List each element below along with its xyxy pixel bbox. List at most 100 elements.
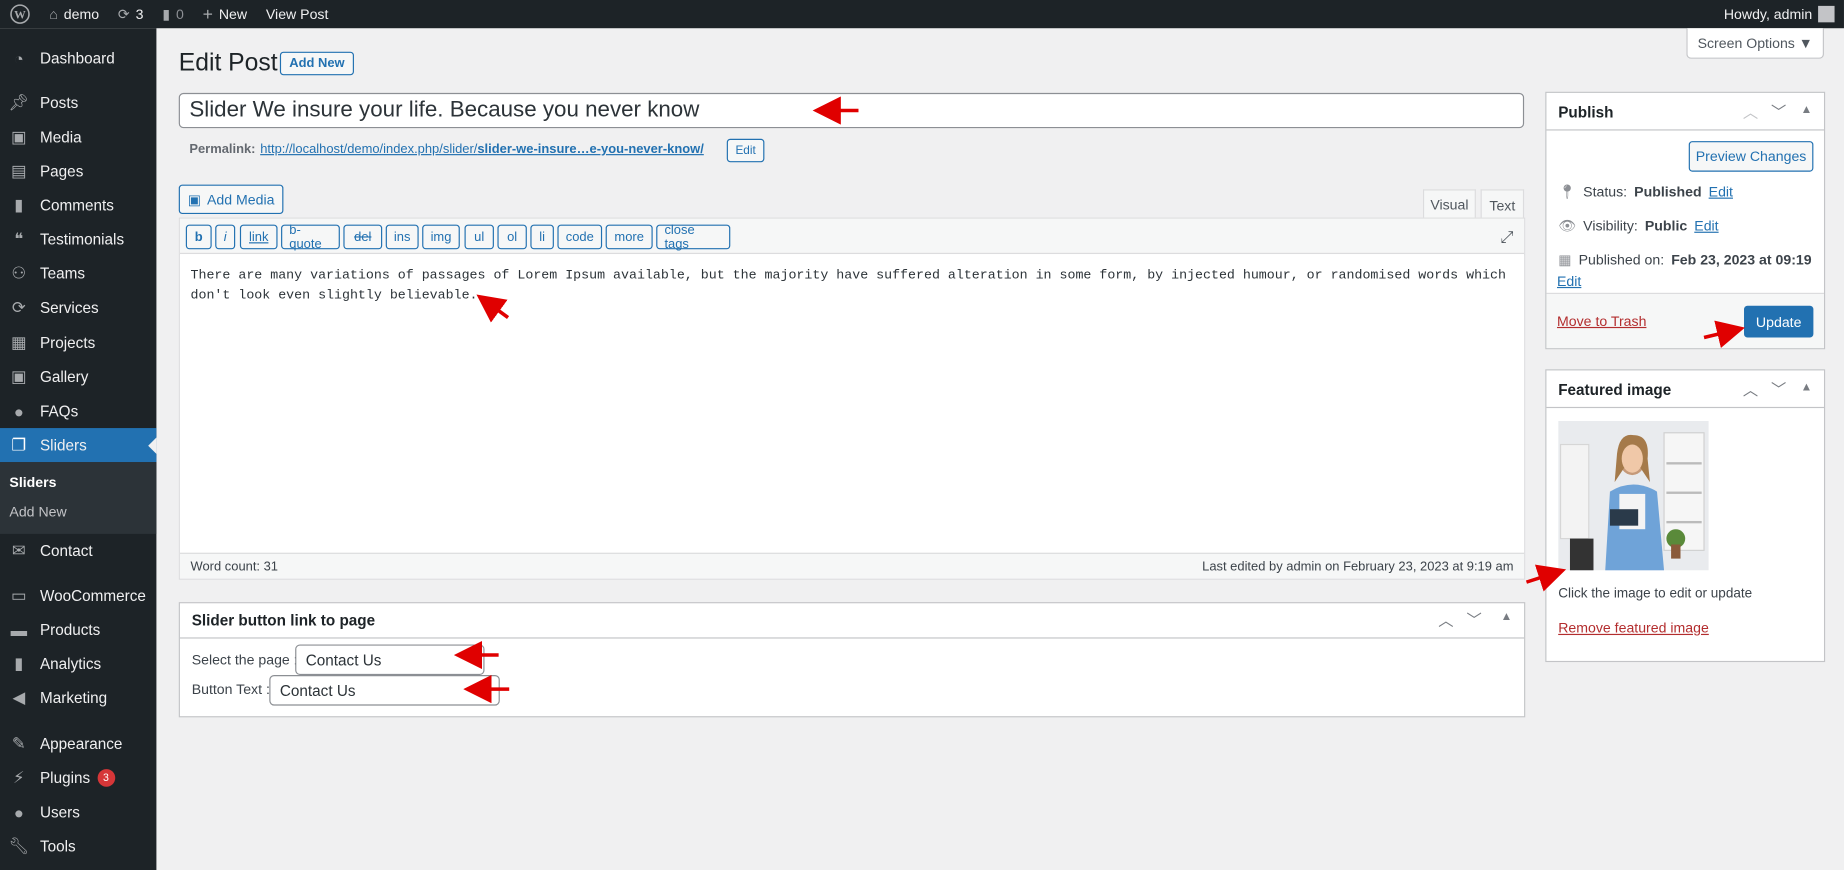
featured-image-thumbnail[interactable] <box>1558 421 1709 571</box>
quicktag-ol[interactable]: ol <box>497 224 527 250</box>
sidebar-item-plugins[interactable]: ⚡︎ Plugins 3 <box>0 761 156 795</box>
move-up-icon[interactable]: ︿ <box>1438 608 1453 630</box>
sidebar-item-label: Projects <box>39 333 96 352</box>
brush-icon: ✎ <box>11 733 26 753</box>
new-content-link[interactable]: + New <box>193 0 256 28</box>
services-icon: ⟳ <box>11 297 26 317</box>
quicktags-toolbar: b i link b-quote del ins img ul ol li code more clos… <box>179 218 1525 255</box>
comments-link[interactable]: ▮ 0 <box>153 0 193 28</box>
update-button[interactable]: Update <box>1744 305 1814 338</box>
tab-visual[interactable]: Visual <box>1422 189 1476 219</box>
featured-hint: Click the image to edit or update <box>1558 586 1753 601</box>
move-down-icon[interactable]: ﹀ <box>1771 100 1786 122</box>
featured-image-metabox: Featured image ︿ ﹀ ▲ Click the image to … <box>1545 369 1826 663</box>
add-media-button[interactable]: ▣ Add Media <box>178 184 284 215</box>
comment-icon: ▮ <box>14 195 24 215</box>
sidebar-item-faqs[interactable]: ● FAQs <box>0 394 156 428</box>
quicktag-img[interactable]: img <box>422 224 460 250</box>
sidebar-item-woocommerce[interactable]: ▭ WooCommerce <box>0 579 156 613</box>
sidebar-item-label: Testimonials <box>39 230 125 249</box>
add-new-button[interactable]: Add New <box>279 51 354 76</box>
fullscreen-icon[interactable]: ⤢ <box>1500 227 1513 247</box>
tab-text[interactable]: Text <box>1480 189 1525 220</box>
sidebar-item-label: Users <box>39 803 80 821</box>
slides-icon: ❐ <box>11 435 27 454</box>
edit-status-link[interactable]: Edit <box>1709 183 1733 199</box>
pin-icon: 📌︎ <box>8 92 30 112</box>
submenu-add-new[interactable]: Add New <box>9 503 66 519</box>
content-textarea[interactable]: There are many variations of passages of… <box>179 255 1525 553</box>
quicktag-more[interactable]: more <box>605 224 653 250</box>
sidebar-item-label: Teams <box>39 264 86 283</box>
wrench-icon: 🔧︎ <box>8 836 30 855</box>
post-title-input[interactable] <box>178 92 1525 129</box>
move-to-trash-link[interactable]: Move to Trash <box>1557 313 1646 329</box>
plus-icon: + <box>202 4 213 25</box>
button-text-input[interactable] <box>269 675 500 706</box>
sidebar-item-sliders[interactable]: ❐ Sliders <box>0 428 157 463</box>
edit-date-link[interactable]: Edit <box>1557 273 1581 289</box>
quicktag-link[interactable]: link <box>239 224 278 250</box>
word-count: Word count: 31 <box>190 559 279 574</box>
sidebar-item-projects[interactable]: ▦ Projects <box>0 326 156 360</box>
select-page-field[interactable] <box>295 644 485 676</box>
quicktag-ins[interactable]: ins <box>385 224 419 250</box>
quicktag-ul[interactable]: ul <box>464 224 494 250</box>
sidebar-item-comments[interactable]: ▮ Comments <box>0 188 156 222</box>
sidebar-item-contact[interactable]: ✉ Contact <box>0 534 156 568</box>
toggle-panel-icon[interactable]: ▲ <box>1801 381 1813 394</box>
updates-icon: ⟳ <box>117 5 130 23</box>
sidebar-item-label: Pages <box>39 162 84 180</box>
sidebar-item-gallery[interactable]: ▣ Gallery <box>0 360 156 394</box>
sidebar-item-label: Analytics <box>39 655 102 673</box>
page-title: Edit Post <box>178 49 278 77</box>
remove-featured-image-link[interactable]: Remove featured image <box>1558 620 1709 636</box>
sidebar-item-marketing[interactable]: ◀ Marketing <box>0 681 156 715</box>
edit-visibility-link[interactable]: Edit <box>1694 218 1718 234</box>
sidebar-item-label: Gallery <box>39 368 89 386</box>
toggle-panel-icon[interactable]: ▲ <box>1801 103 1813 116</box>
sidebar-item-testimonials[interactable]: ❝ Testimonials <box>0 222 156 256</box>
quicktag-b[interactable]: b <box>185 224 212 250</box>
metabox-title: Slider button link to page <box>191 611 376 630</box>
updates-link[interactable]: ⟳ 3 <box>109 0 153 28</box>
sidebar-item-media[interactable]: ▣ Media <box>0 120 156 154</box>
permalink-link[interactable]: http://localhost/demo/index.php/slider/s… <box>260 142 704 156</box>
view-post-link[interactable]: View Post <box>256 0 337 28</box>
wordpress-logo-icon[interactable]: W <box>0 0 40 28</box>
slider-button-metabox: Slider button link to page ︿ ﹀ ▲ Select … <box>178 602 1526 718</box>
sidebar-item-users[interactable]: ● Users <box>0 795 156 829</box>
sidebar-item-analytics[interactable]: ▮ Analytics <box>0 647 156 681</box>
sidebar-item-pages[interactable]: ▤ Pages <box>0 154 156 188</box>
move-up-icon[interactable]: ︿ <box>1743 100 1758 122</box>
move-up-icon[interactable]: ︿ <box>1743 377 1758 399</box>
quicktag-i[interactable]: i <box>215 224 236 250</box>
sliders-submenu: Sliders Add New <box>0 462 157 534</box>
sidebar-item-dashboard[interactable]: ◔ Dashboard <box>0 41 156 75</box>
quicktag-close-tags[interactable]: close tags <box>656 223 731 251</box>
sidebar-item-label: WooCommerce <box>39 586 146 605</box>
sidebar-item-posts[interactable]: 📌︎ Posts <box>0 86 156 120</box>
eye-icon: 👁︎ <box>1558 217 1577 235</box>
portfolio-icon: ▦ <box>11 332 27 352</box>
quicktag-b-quote[interactable]: b-quote <box>281 223 340 251</box>
quicktag-del[interactable]: del <box>343 224 383 250</box>
move-down-icon[interactable]: ﹀ <box>1771 377 1786 399</box>
sidebar-item-teams[interactable]: ⚇ Teams <box>0 256 156 290</box>
toggle-panel-icon[interactable]: ▲ <box>1501 610 1513 623</box>
sidebar-item-tools[interactable]: 🔧︎ Tools <box>0 829 156 863</box>
quicktag-li[interactable]: li <box>530 224 554 250</box>
user-menu[interactable]: Howdy, admin <box>1714 0 1844 28</box>
site-name-link[interactable]: ⌂ demo <box>40 0 109 28</box>
quicktag-code[interactable]: code <box>557 224 603 250</box>
submenu-sliders[interactable]: Sliders <box>9 474 56 490</box>
select-page-label: Select the page : <box>191 651 298 668</box>
screen-options-button[interactable]: Screen Options ▼ <box>1686 28 1824 59</box>
sidebar-item-services[interactable]: ⟳ Services <box>0 290 156 324</box>
svg-text:W: W <box>14 8 26 21</box>
sidebar-item-appearance[interactable]: ✎ Appearance <box>0 727 156 761</box>
sidebar-item-products[interactable]: ▬ Products <box>0 613 156 647</box>
preview-changes-button[interactable]: Preview Changes <box>1688 141 1814 172</box>
move-down-icon[interactable]: ﹀ <box>1466 608 1481 630</box>
permalink-edit-button[interactable]: Edit <box>726 138 765 163</box>
